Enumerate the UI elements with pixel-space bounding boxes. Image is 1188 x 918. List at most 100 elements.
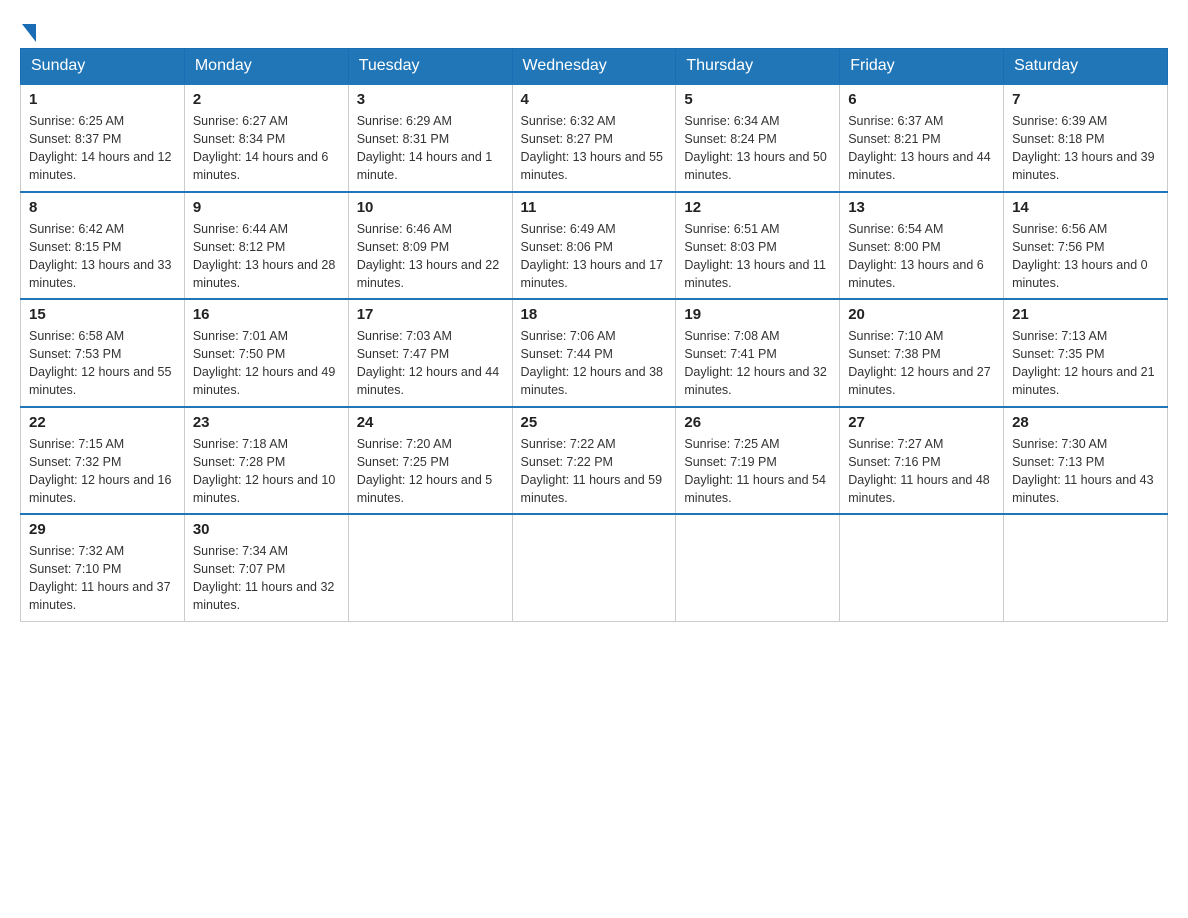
calendar-cell: 23Sunrise: 7:18 AMSunset: 7:28 PMDayligh… <box>184 407 348 515</box>
calendar-cell: 4 Sunrise: 6:32 AMSunset: 8:27 PMDaylight… <box>512 84 676 192</box>
day-number: 18 <box>521 306 668 323</box>
day-number: 24 <box>357 414 504 431</box>
day-info: Sunrise: 6:46 AMSunset: 8:09 PMDaylight:… <box>357 220 504 293</box>
day-info: Sunrise: 6:27 AMSunset: 8:34 PMDaylight:… <box>193 112 340 185</box>
calendar-cell: 13 Sunrise: 6:54 AMSunset: 8:00 PMDayligh… <box>840 192 1004 300</box>
calendar-cell: 26Sunrise: 7:25 AMSunset: 7:19 PMDayligh… <box>676 407 840 515</box>
calendar-cell: 24 Sunrise: 7:20 AMSunset: 7:25 PMDayligh… <box>348 407 512 515</box>
day-number: 11 <box>521 199 668 216</box>
week-row-4: 22 Sunrise: 7:15 AMSunset: 7:32 PMDayligh… <box>21 407 1168 515</box>
day-info: Sunrise: 7:08 AMSunset: 7:41 PMDaylight:… <box>684 327 831 400</box>
day-number: 16 <box>193 306 340 323</box>
day-number: 21 <box>1012 306 1159 323</box>
day-info: Sunrise: 6:51 AMSunset: 8:03 PMDaylight:… <box>684 220 831 293</box>
calendar-cell: 12 Sunrise: 6:51 AMSunset: 8:03 PMDayligh… <box>676 192 840 300</box>
day-info: Sunrise: 7:18 AMSunset: 7:28 PMDaylight:… <box>193 435 340 508</box>
day-number: 12 <box>684 199 831 216</box>
calendar-cell <box>348 514 512 621</box>
day-info: Sunrise: 6:58 AMSunset: 7:53 PMDaylight:… <box>29 327 176 400</box>
day-info: Sunrise: 6:54 AMSunset: 8:00 PMDaylight:… <box>848 220 995 293</box>
day-number: 22 <box>29 414 176 431</box>
day-number: 10 <box>357 199 504 216</box>
calendar-cell: 1 Sunrise: 6:25 AMSunset: 8:37 PMDaylight… <box>21 84 185 192</box>
day-info: Sunrise: 6:49 AMSunset: 8:06 PMDaylight:… <box>521 220 668 293</box>
logo <box>20 20 36 38</box>
day-number: 28 <box>1012 414 1159 431</box>
calendar-cell <box>840 514 1004 621</box>
day-info: Sunrise: 6:29 AMSunset: 8:31 PMDaylight:… <box>357 112 504 185</box>
day-info: Sunrise: 7:15 AMSunset: 7:32 PMDaylight:… <box>29 435 176 508</box>
day-info: Sunrise: 7:27 AMSunset: 7:16 PMDaylight:… <box>848 435 995 508</box>
page-header <box>20 20 1168 38</box>
calendar-cell <box>1004 514 1168 621</box>
day-info: Sunrise: 6:32 AMSunset: 8:27 PMDaylight:… <box>521 112 668 185</box>
day-info: Sunrise: 7:25 AMSunset: 7:19 PMDaylight:… <box>684 435 831 508</box>
day-number: 7 <box>1012 91 1159 108</box>
calendar-cell: 29 Sunrise: 7:32 AMSunset: 7:10 PMDayligh… <box>21 514 185 621</box>
calendar-table: SundayMondayTuesdayWednesdayThursdayFrid… <box>20 48 1168 622</box>
calendar-cell: 10 Sunrise: 6:46 AMSunset: 8:09 PMDayligh… <box>348 192 512 300</box>
calendar-cell: 6Sunrise: 6:37 AMSunset: 8:21 PMDaylight… <box>840 84 1004 192</box>
calendar-cell: 5 Sunrise: 6:34 AMSunset: 8:24 PMDaylight… <box>676 84 840 192</box>
calendar-cell: 3 Sunrise: 6:29 AMSunset: 8:31 PMDaylight… <box>348 84 512 192</box>
day-info: Sunrise: 6:39 AMSunset: 8:18 PMDaylight:… <box>1012 112 1159 185</box>
day-info: Sunrise: 7:30 AMSunset: 7:13 PMDaylight:… <box>1012 435 1159 508</box>
calendar-cell: 19 Sunrise: 7:08 AMSunset: 7:41 PMDayligh… <box>676 299 840 407</box>
day-number: 3 <box>357 91 504 108</box>
day-number: 5 <box>684 91 831 108</box>
calendar-cell <box>676 514 840 621</box>
week-row-3: 15 Sunrise: 6:58 AMSunset: 7:53 PMDayligh… <box>21 299 1168 407</box>
calendar-cell: 20Sunrise: 7:10 AMSunset: 7:38 PMDayligh… <box>840 299 1004 407</box>
calendar-cell: 22 Sunrise: 7:15 AMSunset: 7:32 PMDayligh… <box>21 407 185 515</box>
day-info: Sunrise: 6:25 AMSunset: 8:37 PMDaylight:… <box>29 112 176 185</box>
week-row-2: 8 Sunrise: 6:42 AMSunset: 8:15 PMDaylight… <box>21 192 1168 300</box>
day-number: 13 <box>848 199 995 216</box>
day-info: Sunrise: 7:03 AMSunset: 7:47 PMDaylight:… <box>357 327 504 400</box>
day-number: 9 <box>193 199 340 216</box>
calendar-cell: 14Sunrise: 6:56 AMSunset: 7:56 PMDayligh… <box>1004 192 1168 300</box>
weekday-header-monday: Monday <box>184 49 348 85</box>
day-info: Sunrise: 7:20 AMSunset: 7:25 PMDaylight:… <box>357 435 504 508</box>
day-info: Sunrise: 6:42 AMSunset: 8:15 PMDaylight:… <box>29 220 176 293</box>
calendar-cell: 8 Sunrise: 6:42 AMSunset: 8:15 PMDaylight… <box>21 192 185 300</box>
weekday-header-friday: Friday <box>840 49 1004 85</box>
calendar-cell: 30 Sunrise: 7:34 AMSunset: 7:07 PMDayligh… <box>184 514 348 621</box>
calendar-cell: 27 Sunrise: 7:27 AMSunset: 7:16 PMDayligh… <box>840 407 1004 515</box>
calendar-cell: 11 Sunrise: 6:49 AMSunset: 8:06 PMDayligh… <box>512 192 676 300</box>
day-number: 4 <box>521 91 668 108</box>
weekday-header-row: SundayMondayTuesdayWednesdayThursdayFrid… <box>21 49 1168 85</box>
week-row-5: 29 Sunrise: 7:32 AMSunset: 7:10 PMDayligh… <box>21 514 1168 621</box>
day-number: 30 <box>193 521 340 538</box>
day-info: Sunrise: 7:34 AMSunset: 7:07 PMDaylight:… <box>193 542 340 615</box>
day-number: 19 <box>684 306 831 323</box>
weekday-header-thursday: Thursday <box>676 49 840 85</box>
day-info: Sunrise: 7:13 AMSunset: 7:35 PMDaylight:… <box>1012 327 1159 400</box>
weekday-header-tuesday: Tuesday <box>348 49 512 85</box>
calendar-cell: 2Sunrise: 6:27 AMSunset: 8:34 PMDaylight… <box>184 84 348 192</box>
day-number: 25 <box>521 414 668 431</box>
day-number: 15 <box>29 306 176 323</box>
calendar-cell: 7 Sunrise: 6:39 AMSunset: 8:18 PMDaylight… <box>1004 84 1168 192</box>
day-number: 27 <box>848 414 995 431</box>
calendar-cell: 17 Sunrise: 7:03 AMSunset: 7:47 PMDayligh… <box>348 299 512 407</box>
day-info: Sunrise: 7:22 AMSunset: 7:22 PMDaylight:… <box>521 435 668 508</box>
calendar-cell: 28 Sunrise: 7:30 AMSunset: 7:13 PMDayligh… <box>1004 407 1168 515</box>
calendar-cell: 16 Sunrise: 7:01 AMSunset: 7:50 PMDayligh… <box>184 299 348 407</box>
day-number: 29 <box>29 521 176 538</box>
day-info: Sunrise: 6:56 AMSunset: 7:56 PMDaylight:… <box>1012 220 1159 293</box>
day-number: 8 <box>29 199 176 216</box>
day-info: Sunrise: 7:32 AMSunset: 7:10 PMDaylight:… <box>29 542 176 615</box>
calendar-cell: 21 Sunrise: 7:13 AMSunset: 7:35 PMDayligh… <box>1004 299 1168 407</box>
day-info: Sunrise: 7:01 AMSunset: 7:50 PMDaylight:… <box>193 327 340 400</box>
calendar-cell: 25 Sunrise: 7:22 AMSunset: 7:22 PMDayligh… <box>512 407 676 515</box>
day-info: Sunrise: 6:44 AMSunset: 8:12 PMDaylight:… <box>193 220 340 293</box>
week-row-1: 1 Sunrise: 6:25 AMSunset: 8:37 PMDaylight… <box>21 84 1168 192</box>
day-info: Sunrise: 6:34 AMSunset: 8:24 PMDaylight:… <box>684 112 831 185</box>
day-number: 17 <box>357 306 504 323</box>
calendar-cell: 18 Sunrise: 7:06 AMSunset: 7:44 PMDayligh… <box>512 299 676 407</box>
day-number: 1 <box>29 91 176 108</box>
weekday-header-sunday: Sunday <box>21 49 185 85</box>
calendar-cell <box>512 514 676 621</box>
day-info: Sunrise: 7:06 AMSunset: 7:44 PMDaylight:… <box>521 327 668 400</box>
logo-arrow-icon <box>22 24 36 42</box>
